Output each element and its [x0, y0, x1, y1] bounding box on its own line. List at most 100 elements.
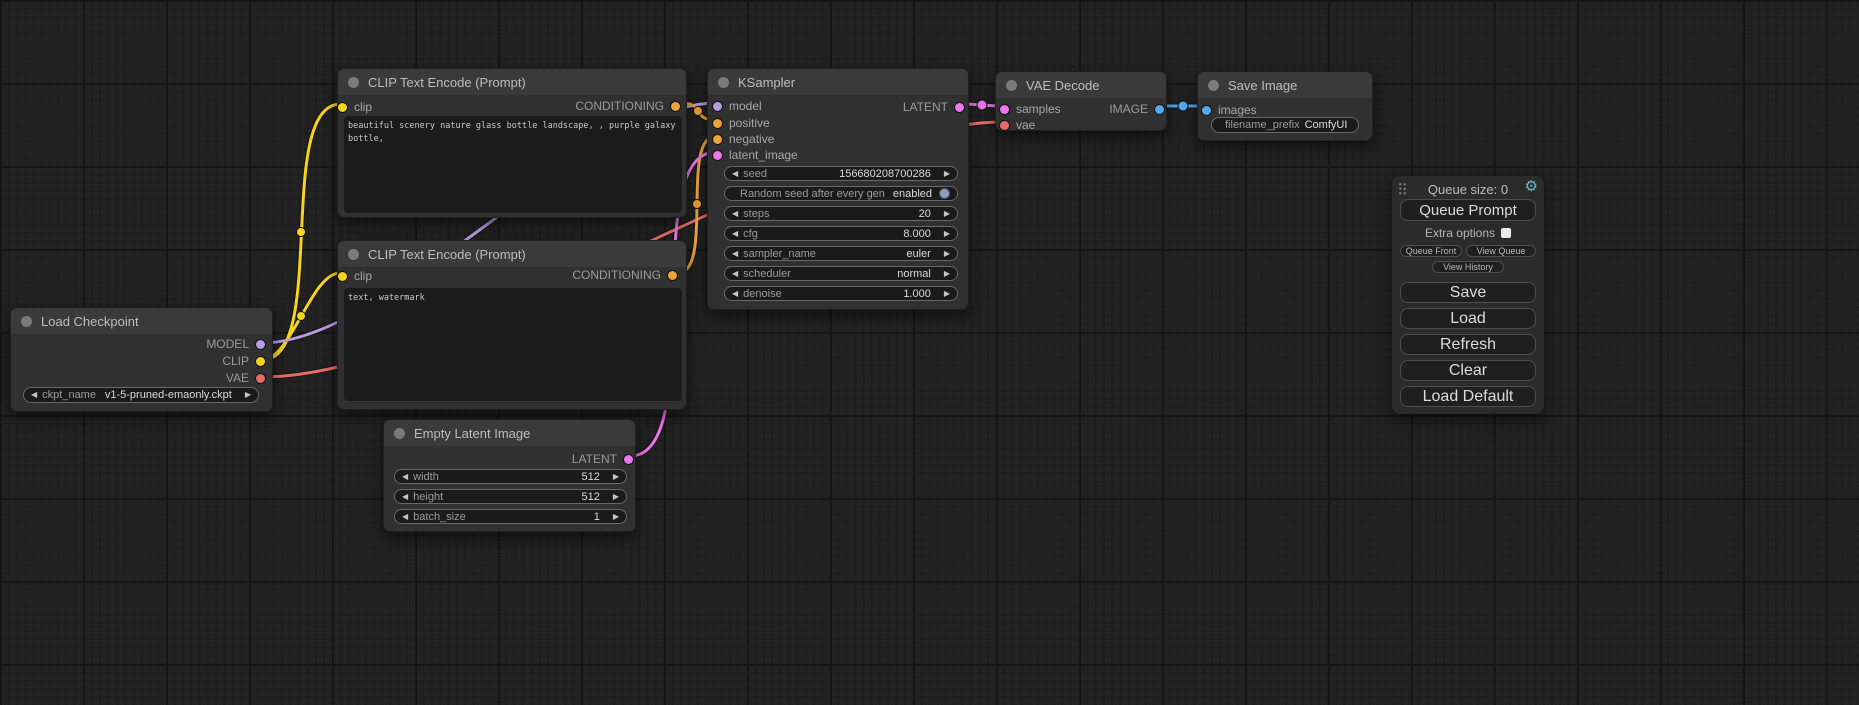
link-midpoint-dot [297, 312, 306, 321]
decrement-arrow-icon[interactable]: ◀ [732, 250, 738, 258]
widget-label: height [413, 491, 443, 503]
positive-input-port[interactable] [713, 119, 722, 128]
image-output-port[interactable] [1155, 105, 1164, 114]
load-default-button[interactable]: Load Default [1400, 386, 1536, 407]
random-seed-toggle-widget[interactable]: Random seed after every gen enabled [724, 186, 958, 201]
decrement-arrow-icon[interactable]: ◀ [31, 391, 37, 399]
collapse-dot-icon[interactable] [718, 77, 729, 88]
ckpt-name-widget[interactable]: ◀ ckpt_name v1-5-pruned-emaonly.ckpt ▶ [23, 387, 259, 403]
node-vae-decode[interactable]: VAE Decode samples vae IMAGE [995, 71, 1167, 131]
increment-arrow-icon[interactable]: ▶ [613, 473, 619, 481]
model-output-port[interactable] [256, 340, 265, 349]
increment-arrow-icon[interactable]: ▶ [613, 493, 619, 501]
output-label-image: IMAGE [1109, 102, 1148, 116]
view-queue-button[interactable]: View Queue [1466, 245, 1536, 257]
decrement-arrow-icon[interactable]: ◀ [732, 210, 738, 218]
node-save-image[interactable]: Save Image images filename_prefix ComfyU… [1197, 71, 1373, 141]
node-titlebar[interactable]: CLIP Text Encode (Prompt) [338, 241, 686, 267]
widget-value: ComfyUI [1305, 119, 1348, 131]
clear-button[interactable]: Clear [1400, 360, 1536, 381]
node-titlebar[interactable]: KSampler [708, 69, 968, 95]
negative-prompt-textarea[interactable]: text, watermark [344, 288, 682, 401]
collapse-dot-icon[interactable] [1208, 80, 1219, 91]
seed-widget[interactable]: ◀ seed 156680208700286 ▶ [724, 166, 958, 181]
conditioning-output-port[interactable] [668, 271, 677, 280]
collapse-dot-icon[interactable] [21, 316, 32, 327]
node-clip-text-encode-positive[interactable]: CLIP Text Encode (Prompt) clip CONDITION… [337, 68, 687, 218]
latent-output-port[interactable] [624, 455, 633, 464]
toggle-circle[interactable] [939, 188, 950, 199]
save-button[interactable]: Save [1400, 282, 1536, 303]
increment-arrow-icon[interactable]: ▶ [245, 391, 251, 399]
conditioning-output-port[interactable] [671, 102, 680, 111]
node-title-text: CLIP Text Encode (Prompt) [368, 75, 526, 90]
increment-arrow-icon[interactable]: ▶ [944, 170, 950, 178]
model-input-port[interactable] [713, 102, 722, 111]
output-label-model: MODEL [206, 337, 249, 351]
latent-output-port[interactable] [955, 103, 964, 112]
node-clip-text-encode-negative[interactable]: CLIP Text Encode (Prompt) clip CONDITION… [337, 240, 687, 410]
images-input-port[interactable] [1202, 106, 1211, 115]
decrement-arrow-icon[interactable]: ◀ [732, 230, 738, 238]
comfyui-canvas[interactable]: { "colors": { "model": "#b59be0", "clip"… [0, 0, 1859, 705]
cfg-widget[interactable]: ◀ cfg 8.000 ▶ [724, 226, 958, 241]
node-title-text: CLIP Text Encode (Prompt) [368, 247, 526, 262]
save-label: Save [1450, 284, 1486, 302]
collapse-dot-icon[interactable] [1006, 80, 1017, 91]
decrement-arrow-icon[interactable]: ◀ [402, 473, 408, 481]
widget-label: sampler_name [743, 248, 816, 260]
clip-input-port[interactable] [338, 103, 347, 112]
node-titlebar[interactable]: CLIP Text Encode (Prompt) [338, 69, 686, 95]
collapse-dot-icon[interactable] [394, 428, 405, 439]
sampler-name-widget[interactable]: ◀ sampler_name euler ▶ [724, 246, 958, 261]
node-title-text: Empty Latent Image [414, 426, 530, 441]
clear-label: Clear [1449, 362, 1487, 380]
latent-image-input-port[interactable] [713, 151, 722, 160]
vae-input-port[interactable] [1000, 121, 1009, 130]
scheduler-widget[interactable]: ◀ scheduler normal ▶ [724, 266, 958, 281]
decrement-arrow-icon[interactable]: ◀ [402, 513, 408, 521]
width-widget[interactable]: ◀ width 512 ▶ [394, 469, 627, 484]
increment-arrow-icon[interactable]: ▶ [944, 230, 950, 238]
increment-arrow-icon[interactable]: ▶ [944, 290, 950, 298]
node-titlebar[interactable]: Empty Latent Image [384, 420, 635, 446]
decrement-arrow-icon[interactable]: ◀ [732, 270, 738, 278]
node-titlebar[interactable]: Load Checkpoint [11, 308, 272, 334]
clip-input-port[interactable] [338, 272, 347, 281]
load-button[interactable]: Load [1400, 308, 1536, 329]
node-load-checkpoint[interactable]: Load Checkpoint MODEL CLIP VAE ◀ ckpt_na… [10, 307, 273, 412]
collapse-dot-icon[interactable] [348, 77, 359, 88]
increment-arrow-icon[interactable]: ▶ [944, 250, 950, 258]
decrement-arrow-icon[interactable]: ◀ [402, 493, 408, 501]
denoise-widget[interactable]: ◀ denoise 1.000 ▶ [724, 286, 958, 301]
decrement-arrow-icon[interactable]: ◀ [732, 170, 738, 178]
batch-size-widget[interactable]: ◀ batch_size 1 ▶ [394, 509, 627, 524]
positive-prompt-textarea[interactable]: beautiful scenery nature glass bottle la… [344, 116, 682, 213]
clip-output-port[interactable] [256, 357, 265, 366]
widget-value: enabled [893, 188, 932, 200]
node-ksampler[interactable]: KSampler model positive negative latent_… [707, 68, 969, 310]
widget-value: euler [906, 248, 930, 260]
queue-prompt-button[interactable]: Queue Prompt [1400, 199, 1536, 221]
vae-output-port[interactable] [256, 374, 265, 383]
collapse-dot-icon[interactable] [348, 249, 359, 260]
node-titlebar[interactable]: VAE Decode [996, 72, 1166, 98]
increment-arrow-icon[interactable]: ▶ [613, 513, 619, 521]
view-history-button[interactable]: View History [1432, 261, 1504, 273]
negative-input-port[interactable] [713, 135, 722, 144]
increment-arrow-icon[interactable]: ▶ [944, 270, 950, 278]
output-label-conditioning: CONDITIONING [572, 268, 661, 282]
node-title-text: Save Image [1228, 78, 1297, 93]
height-widget[interactable]: ◀ height 512 ▶ [394, 489, 627, 504]
decrement-arrow-icon[interactable]: ◀ [732, 290, 738, 298]
node-empty-latent-image[interactable]: Empty Latent Image LATENT ◀ width 512 ▶ … [383, 419, 636, 532]
gear-icon[interactable]: ⚙ [1525, 179, 1538, 194]
node-titlebar[interactable]: Save Image [1198, 72, 1372, 98]
samples-input-port[interactable] [1000, 105, 1009, 114]
queue-front-button[interactable]: Queue Front [1400, 245, 1462, 257]
refresh-button[interactable]: Refresh [1400, 334, 1536, 355]
increment-arrow-icon[interactable]: ▶ [944, 210, 950, 218]
filename-prefix-widget[interactable]: filename_prefix ComfyUI [1211, 117, 1359, 133]
extra-options-checkbox[interactable] [1501, 228, 1511, 238]
steps-widget[interactable]: ◀ steps 20 ▶ [724, 206, 958, 221]
